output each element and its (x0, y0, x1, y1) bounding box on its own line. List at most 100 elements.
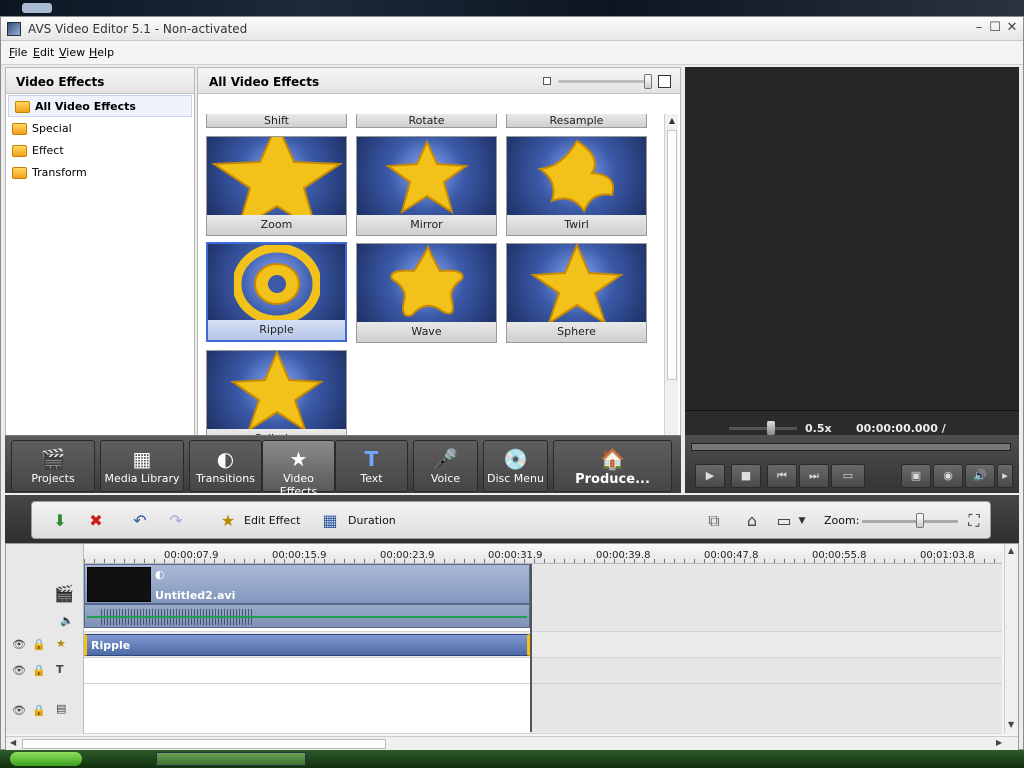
scroll-up-arrow-icon[interactable]: ▲ (1008, 546, 1014, 555)
menu-view[interactable]: View (59, 46, 85, 59)
mute-audio-icon[interactable]: 🔈 (60, 614, 74, 627)
effect-tile-ripple[interactable]: Ripple (206, 242, 347, 342)
menu-help[interactable]: Help (89, 46, 114, 59)
effect-tile-wave[interactable]: Wave (356, 243, 497, 343)
effect-tile-twirl[interactable]: Twirl (506, 136, 647, 236)
edit-effect-icon[interactable]: ★ (218, 511, 238, 531)
effects-scrollbar[interactable]: ▲ ▼ (664, 114, 678, 448)
time-ruler[interactable]: 00:00:07.9 00:00:15.9 00:00:23.9 00:00:3… (84, 544, 1002, 564)
timeline-horizontal-scrollbar[interactable]: ◀ ▶ (6, 736, 1018, 750)
add-to-timeline-icon[interactable]: ⬇ (50, 511, 70, 531)
effect-tile-sphere[interactable]: Sphere (506, 243, 647, 343)
audio-clip[interactable] (84, 604, 530, 628)
redo-icon[interactable]: ↷ (166, 511, 186, 531)
microphone-icon: 🎤 (433, 447, 458, 471)
text-track-icon: T (56, 663, 64, 676)
thumbnail-size-slider[interactable] (558, 80, 648, 83)
video-effects-button[interactable]: ★ Video Effects (262, 440, 335, 498)
lock-icon[interactable]: 🔒 (32, 638, 46, 651)
duration-icon[interactable]: ▦ (320, 511, 340, 531)
monitor-icon[interactable]: ▣ (901, 464, 931, 488)
next-frame-icon[interactable]: ⏭ (799, 464, 829, 488)
eye-icon[interactable]: 👁 (12, 638, 26, 651)
thumbnail-size-handle[interactable] (644, 74, 652, 89)
eye-icon[interactable]: 👁 (12, 704, 26, 717)
category-label: All Video Effects (35, 100, 136, 113)
effect-tile-shift[interactable]: Shift (206, 114, 347, 128)
lock-icon[interactable]: 🔒 (32, 664, 46, 677)
edit-effect-button[interactable]: Edit Effect (244, 514, 300, 527)
close-button[interactable]: ✕ (1004, 20, 1020, 36)
effect-tile-resample[interactable]: Resample (506, 114, 647, 128)
category-effect[interactable]: Effect (6, 140, 194, 162)
disc-menu-button[interactable]: 💿 Disc Menu (483, 440, 548, 492)
category-transform[interactable]: Transform (6, 162, 194, 184)
eye-icon[interactable]: 👁 (12, 664, 26, 677)
zoom-slider-handle[interactable] (916, 513, 924, 528)
app-window: AVS Video Editor 5.1 - Non-activated – ☐… (0, 16, 1024, 753)
delete-icon[interactable]: ✖ (86, 511, 106, 531)
scroll-up-arrow-icon[interactable]: ▲ (665, 114, 679, 128)
overlay-track[interactable] (84, 684, 1002, 734)
split-icon[interactable]: ⧉ (704, 511, 724, 531)
zoom-slider[interactable] (862, 520, 958, 523)
speed-slider[interactable] (729, 427, 797, 430)
transitions-button[interactable]: ◐ Transitions (189, 440, 262, 492)
empty-area (530, 684, 1002, 733)
preview-panel: 0.5x 00:00:00.000 / 00:00:00.000 (685, 67, 1019, 449)
scrollbar-thumb[interactable] (22, 739, 386, 749)
speed-slider-handle[interactable] (767, 421, 775, 435)
text-track[interactable] (84, 658, 1002, 684)
category-all-video-effects[interactable]: All Video Effects (8, 95, 192, 117)
projects-button[interactable]: 🎬 Projects (11, 440, 95, 492)
start-button[interactable] (10, 752, 82, 766)
small-thumbnails-icon[interactable] (543, 77, 551, 85)
menu-file[interactable]: File (9, 46, 27, 59)
video-track[interactable]: ◐ Untitled2.avi (84, 564, 1002, 632)
effect-clip-ripple[interactable]: Ripple (84, 634, 530, 656)
fullscreen-icon[interactable]: ▭ (831, 464, 865, 488)
effect-tile-rotate[interactable]: Rotate (356, 114, 497, 128)
text-button[interactable]: T Text (335, 440, 408, 492)
stop-icon[interactable]: ■ (731, 464, 761, 488)
display-mode-icon[interactable]: ▭ (774, 511, 794, 531)
taskbar-app-button[interactable] (156, 752, 306, 766)
display-mode-dropdown-icon[interactable]: ▼ (792, 511, 812, 531)
menu-edit[interactable]: Edit (33, 46, 54, 59)
volume-dropdown-icon[interactable]: ▸ (997, 464, 1013, 488)
video-clip[interactable]: ◐ Untitled2.avi (84, 564, 530, 604)
video-clip-name: Untitled2.avi (155, 589, 236, 602)
produce-button[interactable]: 🏠 Produce... (553, 440, 672, 492)
timeline-position-cursor[interactable] (530, 564, 532, 732)
scrollbar-thumb[interactable] (667, 130, 677, 380)
projects-label: Projects (31, 472, 75, 485)
duration-button[interactable]: Duration (348, 514, 396, 527)
scroll-left-arrow-icon[interactable]: ◀ (10, 738, 16, 747)
effect-tile-mirror[interactable]: Mirror (356, 136, 497, 236)
seek-bar[interactable] (691, 443, 1011, 451)
previous-frame-icon[interactable]: ⏮ (767, 464, 797, 488)
volume-icon[interactable]: 🔊 (965, 464, 995, 488)
undo-icon[interactable]: ↶ (130, 511, 150, 531)
desktop-sparkle (22, 3, 52, 13)
maximize-button[interactable]: ☐ (987, 20, 1003, 36)
play-icon[interactable]: ▶ (695, 464, 725, 488)
category-special[interactable]: Special (6, 118, 194, 140)
lock-icon[interactable]: 🔒 (32, 704, 46, 717)
webcam-icon[interactable]: ⌂ (742, 511, 762, 531)
snapshot-camera-icon[interactable]: ◉ (933, 464, 963, 488)
fit-to-window-icon[interactable]: ⛶ (964, 511, 984, 531)
scroll-right-arrow-icon[interactable]: ▶ (996, 738, 1002, 747)
effect-track[interactable]: Ripple (84, 632, 1002, 658)
effect-thumbnail (507, 137, 646, 217)
scroll-down-arrow-icon[interactable]: ▼ (1008, 720, 1014, 729)
media-library-button[interactable]: ▦ Media Library (100, 440, 184, 492)
minimize-button[interactable]: – (971, 20, 987, 36)
voice-button[interactable]: 🎤 Voice (413, 440, 478, 492)
large-thumbnails-icon[interactable] (658, 75, 671, 88)
produce-icon: 🏠 (600, 447, 625, 471)
timeline-vertical-scrollbar[interactable]: ▲ ▼ (1004, 544, 1018, 734)
cylinder-star-icon (229, 351, 324, 431)
folder-icon (12, 123, 27, 135)
effect-tile-zoom[interactable]: Zoom (206, 136, 347, 236)
